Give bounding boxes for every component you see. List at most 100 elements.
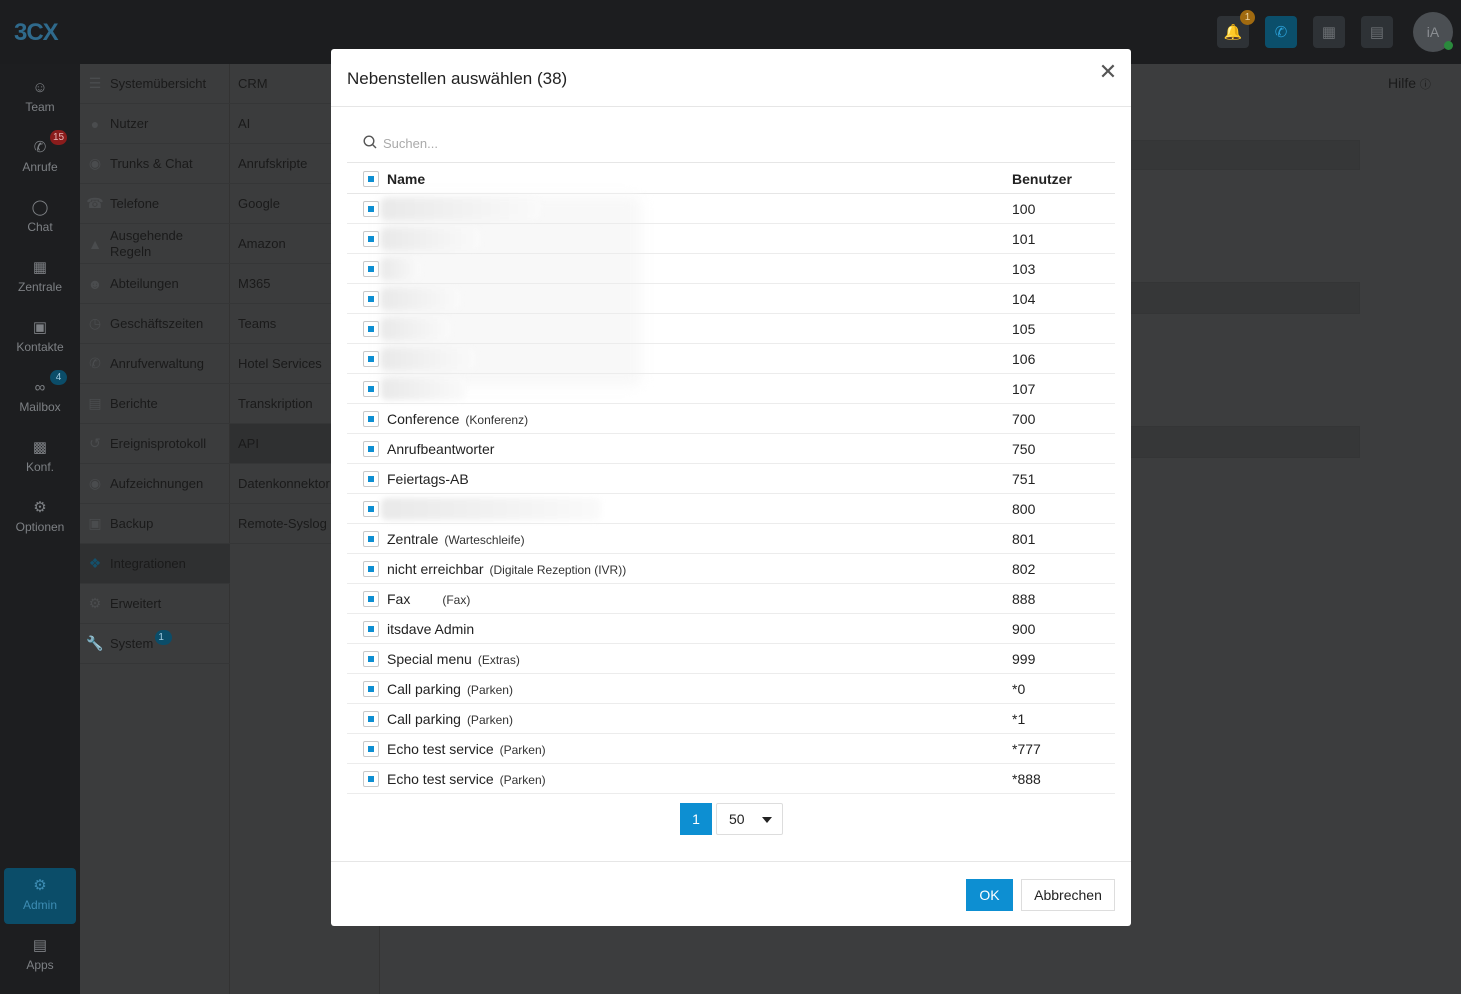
status-online-indicator: [1444, 41, 1453, 50]
nav-contacts[interactable]: ▣ Kontakte: [0, 310, 80, 366]
menu-call-handling[interactable]: ✆ Anrufverwaltung: [80, 344, 230, 384]
column-name[interactable]: Name: [387, 171, 425, 187]
nav-conference[interactable]: ▩ Konf.: [0, 430, 80, 486]
search-input[interactable]: [383, 133, 783, 153]
system-badge: 1: [155, 630, 173, 645]
page-size-select[interactable]: 50: [716, 803, 783, 835]
table-row[interactable]: Call parking (Parken) *1: [347, 704, 1115, 734]
nav-options[interactable]: ⚙ Optionen: [0, 490, 80, 546]
qr-code-button[interactable]: ▦: [1313, 16, 1345, 48]
nav-calls[interactable]: ✆ Anrufe 15: [0, 130, 80, 186]
row-type: (Parken): [499, 743, 546, 757]
menu-reports[interactable]: ▤ Berichte: [80, 384, 230, 424]
table-row[interactable]: itsdave Admin 900: [347, 614, 1115, 644]
document-button[interactable]: ▤: [1361, 16, 1393, 48]
nav-team[interactable]: ☺ Team: [0, 70, 80, 126]
row-checkbox[interactable]: [363, 531, 379, 547]
row-extension: 700: [1012, 411, 1036, 427]
nav-apps[interactable]: ▤ Apps: [0, 928, 80, 984]
table-row[interactable]: 800: [347, 494, 1115, 524]
gear-icon: ⚙: [88, 595, 102, 611]
menu-integrations[interactable]: ❖ Integrationen: [80, 544, 230, 584]
table-row[interactable]: nicht erreichbar (Digitale Rezeption (IVR…: [347, 554, 1115, 584]
avatar[interactable]: iA: [1413, 12, 1453, 52]
help-link[interactable]: Hilfe ⓘ: [1388, 75, 1431, 92]
row-name-text: Anrufbeantworter: [387, 441, 495, 457]
row-checkbox[interactable]: [363, 591, 379, 607]
row-extension: 801: [1012, 531, 1036, 547]
menu-office-hours[interactable]: ◷ Geschäftszeiten: [80, 304, 230, 344]
row-checkbox[interactable]: [363, 321, 379, 337]
row-checkbox[interactable]: [363, 351, 379, 367]
page-1-button[interactable]: 1: [680, 803, 712, 835]
menu-phones[interactable]: ☎ Telefone: [80, 184, 230, 224]
menu-recordings[interactable]: ◉ Aufzeichnungen: [80, 464, 230, 504]
archive-icon: ▣: [88, 515, 102, 531]
table-row[interactable]: 100: [347, 194, 1115, 224]
row-checkbox[interactable]: [363, 501, 379, 517]
row-name-text: Call parking: [387, 711, 461, 727]
nav-mailbox[interactable]: ∞ Mailbox 4: [0, 370, 80, 426]
row-extension: 103: [1012, 261, 1036, 277]
menu-system-overview[interactable]: ☰ Systemübersicht: [80, 64, 230, 104]
nav-switchboard[interactable]: ▦ Zentrale: [0, 250, 80, 306]
table-row[interactable]: Call parking (Parken) *0: [347, 674, 1115, 704]
chat-icon: ◯: [31, 199, 49, 216]
table-row[interactable]: 101: [347, 224, 1115, 254]
select-extensions-dialog: Nebenstellen auswählen (38) ✕ Name Benut…: [331, 49, 1131, 926]
select-all-checkbox[interactable]: [363, 171, 379, 187]
cancel-button[interactable]: Abbrechen: [1021, 879, 1115, 911]
menu-system[interactable]: 🔧 System 1: [80, 624, 230, 664]
row-checkbox[interactable]: [363, 681, 379, 697]
close-button[interactable]: ✕: [1097, 61, 1119, 84]
row-checkbox[interactable]: [363, 771, 379, 787]
table-row[interactable]: Fax (Fax) 888: [347, 584, 1115, 614]
notifications-button[interactable]: 🔔 1: [1217, 10, 1255, 48]
row-checkbox[interactable]: [363, 231, 379, 247]
table-row[interactable]: Zentrale (Warteschleife) 801: [347, 524, 1115, 554]
row-checkbox[interactable]: [363, 741, 379, 757]
row-checkbox[interactable]: [363, 561, 379, 577]
row-checkbox[interactable]: [363, 621, 379, 637]
row-checkbox[interactable]: [363, 411, 379, 427]
row-type: (Extras): [477, 653, 520, 667]
ok-button[interactable]: OK: [966, 879, 1013, 911]
table-row[interactable]: Feiertags-AB 751: [347, 464, 1115, 494]
row-checkbox[interactable]: [363, 711, 379, 727]
table-row[interactable]: 107: [347, 374, 1115, 404]
menu-departments[interactable]: ☻ Abteilungen: [80, 264, 230, 304]
table-row[interactable]: Echo test service (Parken) *888: [347, 764, 1115, 794]
menu-event-log[interactable]: ↺ Ereignisprotokoll: [80, 424, 230, 464]
nav-admin[interactable]: ⚙ Admin: [4, 868, 76, 924]
row-name: Special menu (Extras): [387, 651, 520, 667]
table-row[interactable]: 106: [347, 344, 1115, 374]
row-checkbox[interactable]: [363, 381, 379, 397]
menu-outbound-rules[interactable]: ▲ Ausgehende Regeln: [80, 224, 230, 264]
table-row[interactable]: Anrufbeantworter 750: [347, 434, 1115, 464]
menu-backup[interactable]: ▣ Backup: [80, 504, 230, 544]
table-row[interactable]: Special menu (Extras) 999: [347, 644, 1115, 674]
table-row[interactable]: 103: [347, 254, 1115, 284]
row-checkbox[interactable]: [363, 201, 379, 217]
table-row[interactable]: 104: [347, 284, 1115, 314]
table-row[interactable]: 105: [347, 314, 1115, 344]
app-logo[interactable]: 3CX: [14, 19, 59, 47]
menu-advanced[interactable]: ⚙ Erweitert: [80, 584, 230, 624]
column-user[interactable]: Benutzer: [1012, 171, 1072, 187]
softphone-button[interactable]: ✆: [1265, 16, 1297, 48]
row-checkbox[interactable]: [363, 261, 379, 277]
background-select: [1130, 426, 1360, 458]
row-name: Echo test service (Parken): [387, 771, 546, 787]
row-type: (Parken): [466, 683, 513, 697]
table-row[interactable]: Conference (Konferenz) 700: [347, 404, 1115, 434]
menu-trunks-chat[interactable]: ◉ Trunks & Chat: [80, 144, 230, 184]
table-row[interactable]: Echo test service (Parken) *777: [347, 734, 1115, 764]
row-checkbox[interactable]: [363, 291, 379, 307]
menu-users[interactable]: ● Nutzer: [80, 104, 230, 144]
nav-chat[interactable]: ◯ Chat: [0, 190, 80, 246]
bell-icon: 🔔: [1223, 24, 1243, 41]
row-checkbox[interactable]: [363, 441, 379, 457]
row-type: (Parken): [466, 713, 513, 727]
row-checkbox[interactable]: [363, 651, 379, 667]
row-checkbox[interactable]: [363, 471, 379, 487]
